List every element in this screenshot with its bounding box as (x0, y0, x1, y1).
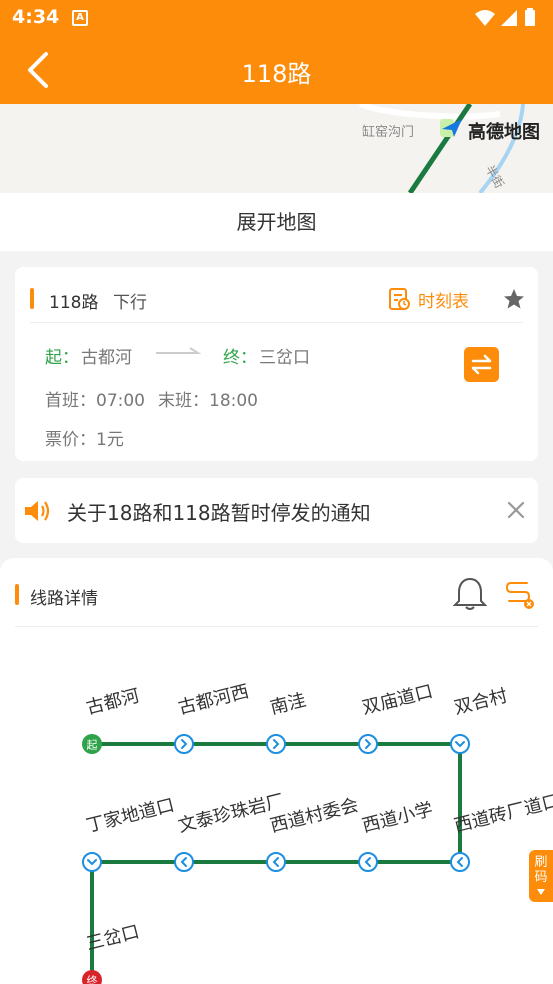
timetable-icon (389, 288, 410, 310)
start-marker-text: 起 (87, 739, 98, 752)
chevron-down-icon (537, 889, 545, 895)
amap-brand: 高德地图 (468, 122, 540, 143)
route-detail-panel: 线路详情 起古都河 古都河西 南洼 双庙道口 双合村 西道砖厂道口 西道小学 西道村委会 文泰珍… (0, 558, 553, 984)
system-icons (473, 8, 543, 32)
close-icon[interactable] (505, 499, 527, 521)
start-label: 起： (45, 348, 79, 368)
stop-name: 南洼 (268, 690, 308, 719)
end-stop: 三岔口 (259, 348, 310, 368)
last-bus: 末班：18:00 (158, 391, 258, 411)
stop-node[interactable] (174, 734, 194, 754)
map-place-label: 缸窑沟门 (362, 125, 415, 140)
timetable-label: 时刻表 (418, 291, 469, 312)
swap-icon (471, 354, 492, 375)
stop-name: 西道小学 (360, 799, 435, 837)
route-stop-diagram: 起古都河 古都河西 南洼 双庙道口 双合村西道砖厂道口西道小学西道村委会文泰珍珠岩厂丁家… (82, 681, 553, 984)
stop-node[interactable] (450, 734, 470, 754)
timetable-button[interactable]: 时刻表 (388, 285, 469, 313)
stop-name: 西道砖厂道口 (452, 790, 553, 837)
stop-name: 文泰珍珠岩厂 (176, 790, 286, 837)
end-marker-text: 终 (87, 974, 98, 984)
status-time: 4:34 (12, 6, 60, 28)
speaker-icon (23, 498, 53, 528)
stop-node[interactable] (82, 852, 102, 872)
notice-banner[interactable]: 关于18路和118路暂时停发的通知 (15, 478, 538, 543)
stop-name: 丁家地道口 (84, 795, 176, 837)
notification-icon: A (72, 10, 88, 26)
expand-map-button[interactable]: 展开地图 (0, 193, 553, 251)
wifi-icon (475, 10, 495, 26)
star-icon[interactable] (503, 288, 525, 310)
stop-node[interactable]: 终 (82, 970, 102, 984)
direction-arrow-icon (156, 347, 202, 354)
app-bar: 118路 (0, 36, 553, 104)
stop-node[interactable] (174, 852, 194, 872)
stop-node[interactable] (358, 734, 378, 754)
start-stop: 古都河 (81, 348, 132, 368)
stop-node[interactable]: 起 (82, 734, 102, 754)
route-direction: 下行 (113, 293, 147, 313)
fare: 票价：1元 (45, 430, 124, 450)
route-name: 118路 (49, 293, 99, 313)
divider (30, 322, 523, 323)
battery-icon (525, 10, 535, 26)
scan-code-tab[interactable]: 刷 码 (529, 850, 553, 902)
stop-node[interactable] (358, 852, 378, 872)
route-info-card: 118路 下行 时刻表 起： 古都河 终： 三岔口 首班：07:00 末班：18… (15, 267, 538, 461)
page-title: 118路 (241, 60, 312, 88)
end-label: 终： (223, 348, 257, 368)
stop-node[interactable] (266, 734, 286, 754)
signal-icon (501, 10, 517, 26)
swap-direction-button[interactable] (464, 347, 499, 382)
stop-node[interactable] (450, 852, 470, 872)
map-preview[interactable]: 缸窑沟门 半街 高德地图 (0, 104, 553, 193)
accent-bar (30, 288, 34, 309)
stop-name: 古都河 (84, 685, 141, 718)
stop-name: 双合村 (452, 685, 509, 718)
status-bar: 4:34 A (0, 0, 553, 36)
first-bus: 首班：07:00 (45, 391, 145, 411)
stop-node[interactable] (266, 852, 286, 872)
stop-name: 古都河西 (176, 681, 251, 719)
amap-logo-icon (440, 117, 464, 143)
scan-code-label-2: 码 (534, 870, 548, 885)
scan-code-label-1: 刷 (534, 855, 548, 870)
stop-name: 双庙道口 (360, 681, 435, 719)
notice-text: 关于18路和118路暂时停发的通知 (67, 501, 371, 525)
